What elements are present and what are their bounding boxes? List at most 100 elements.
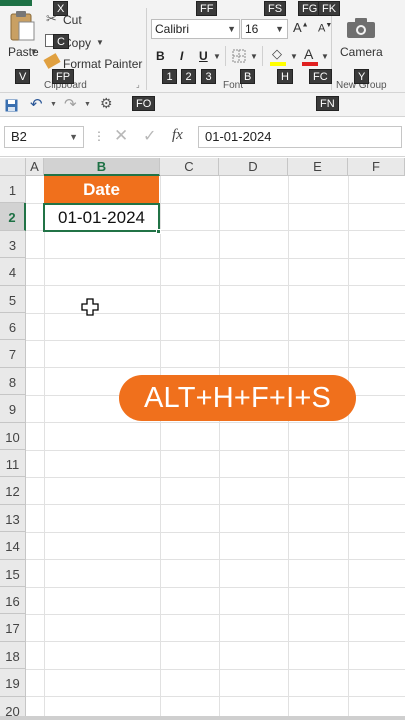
row-header-5[interactable]: 5 bbox=[0, 285, 26, 313]
keytip-underline: 3 bbox=[201, 69, 216, 84]
font-name-dropdown-icon[interactable]: ▼ bbox=[227, 20, 236, 38]
column-header-d[interactable]: D bbox=[219, 158, 288, 176]
row-header-13[interactable]: 13 bbox=[0, 504, 26, 533]
fill-color-icon[interactable]: ◇ bbox=[272, 46, 282, 62]
row-header-14[interactable]: 14 bbox=[0, 532, 26, 560]
row-header-7[interactable]: 7 bbox=[0, 340, 26, 368]
cell-b1-header[interactable]: Date bbox=[44, 176, 159, 203]
gridline bbox=[26, 422, 405, 424]
row-header-3[interactable]: 3 bbox=[0, 230, 26, 259]
underline-dropdown-icon[interactable]: ▼ bbox=[213, 52, 221, 61]
row-header-15[interactable]: 15 bbox=[0, 559, 26, 587]
name-box[interactable]: B2 ▼ bbox=[4, 126, 84, 148]
clipboard-launcher-icon[interactable]: ⌟ bbox=[136, 80, 140, 89]
row-header-18[interactable]: 18 bbox=[0, 641, 26, 670]
worksheet-grid[interactable]: A B C D E F 1 2 3 4 5 6 7 8 9 10 11 12 1… bbox=[0, 158, 405, 720]
fill-color-dropdown-icon[interactable]: ▼ bbox=[290, 52, 298, 61]
active-tab-indicator bbox=[0, 0, 32, 6]
paste-dropdown-icon[interactable]: ▼ bbox=[30, 47, 38, 56]
gridline bbox=[26, 504, 405, 506]
paste-icon[interactable] bbox=[8, 10, 36, 42]
keytip-format-painter: FP bbox=[52, 69, 75, 84]
name-box-dropdown-icon[interactable]: ▼ bbox=[69, 127, 78, 147]
row-header-9[interactable]: 9 bbox=[0, 395, 26, 423]
keytip-italic: 2 bbox=[181, 69, 196, 84]
row-header-12[interactable]: 12 bbox=[0, 477, 26, 505]
formula-input[interactable]: 01-01-2024 bbox=[198, 126, 402, 148]
keytip-borders: B bbox=[240, 69, 256, 84]
gridline bbox=[26, 668, 405, 670]
font-color-swatch bbox=[302, 62, 318, 66]
fill-color-swatch bbox=[270, 62, 286, 66]
borders-dropdown-icon[interactable]: ▼ bbox=[250, 52, 258, 61]
cross-cursor-icon bbox=[81, 298, 99, 316]
copy-dropdown-icon[interactable]: ▼ bbox=[96, 38, 104, 47]
keytip-fill-color: H bbox=[277, 69, 293, 84]
underline-button[interactable]: U bbox=[199, 49, 208, 63]
keytip-shrink-font: FK bbox=[318, 1, 341, 16]
keytip-font-dialog: FN bbox=[316, 96, 339, 111]
cancel-icon[interactable]: ✕ bbox=[114, 126, 128, 146]
keytip-font-size: FS bbox=[264, 1, 287, 16]
format-painter-button[interactable]: Format Painter bbox=[63, 57, 142, 71]
row-header-2[interactable]: 2 bbox=[0, 203, 26, 231]
italic-button[interactable]: I bbox=[180, 49, 183, 63]
keytip-cut: X bbox=[53, 1, 69, 16]
row-header-8[interactable]: 8 bbox=[0, 367, 26, 396]
undo-icon[interactable]: ↶ bbox=[30, 95, 43, 113]
increase-font-size-icon[interactable]: A▲ bbox=[293, 20, 309, 35]
column-header-f[interactable]: F bbox=[348, 158, 405, 176]
fill-handle[interactable] bbox=[156, 229, 161, 234]
redo-dropdown-icon[interactable]: ▼ bbox=[84, 101, 91, 108]
redo-icon[interactable]: ↷ bbox=[64, 95, 77, 113]
row-header-10[interactable]: 10 bbox=[0, 422, 26, 450]
camera-icon[interactable] bbox=[346, 17, 376, 39]
gridline bbox=[26, 641, 405, 643]
gridline bbox=[26, 696, 405, 698]
keytip-camera: Y bbox=[354, 69, 370, 84]
quick-access-toolbar: ↶ ▼ ↷ ▼ ⚙ FO FN bbox=[0, 93, 405, 117]
row-header-19[interactable]: 19 bbox=[0, 669, 26, 697]
undo-dropdown-icon[interactable]: ▼ bbox=[50, 101, 57, 108]
row-header-11[interactable]: 11 bbox=[0, 450, 26, 478]
keytip-paste: V bbox=[15, 69, 31, 84]
font-color-icon[interactable]: A bbox=[304, 46, 313, 62]
column-header-a[interactable]: A bbox=[26, 158, 44, 176]
font-size-dropdown-icon[interactable]: ▼ bbox=[275, 20, 284, 38]
sheet-tab-bar bbox=[0, 716, 405, 720]
column-header-e[interactable]: E bbox=[288, 158, 348, 176]
gridline bbox=[26, 586, 405, 588]
row-header-16[interactable]: 16 bbox=[0, 587, 26, 615]
insert-function-button[interactable]: fx bbox=[172, 127, 183, 144]
row-header-4[interactable]: 4 bbox=[0, 258, 26, 286]
font-size-box[interactable]: 16 ▼ bbox=[241, 19, 288, 39]
column-header-c[interactable]: C bbox=[160, 158, 219, 176]
column-header-b[interactable]: B bbox=[44, 158, 160, 176]
customize-qat-icon[interactable]: ⚙ bbox=[100, 95, 113, 112]
cell-b2-active[interactable]: 01-01-2024 bbox=[43, 203, 160, 232]
font-divider bbox=[262, 46, 263, 66]
keytip-format-options: FO bbox=[132, 96, 156, 111]
borders-icon[interactable] bbox=[232, 49, 246, 63]
row-header-6[interactable]: 6 bbox=[0, 313, 26, 341]
gridline bbox=[26, 340, 405, 341]
font-name-box[interactable]: Calibri ▼ bbox=[151, 19, 240, 39]
keytip-font-name: FF bbox=[196, 1, 218, 16]
gridline bbox=[26, 285, 405, 287]
enter-icon[interactable]: ✓ bbox=[143, 126, 156, 146]
font-divider bbox=[225, 46, 226, 66]
save-icon[interactable] bbox=[5, 99, 18, 112]
font-size-value: 16 bbox=[245, 22, 259, 36]
gridline bbox=[26, 531, 405, 533]
row-header-17[interactable]: 17 bbox=[0, 614, 26, 642]
row-header-1[interactable]: 1 bbox=[0, 176, 26, 204]
formula-bar-grip-icon: ⋮ bbox=[93, 129, 105, 143]
camera-button[interactable]: Camera bbox=[340, 45, 383, 59]
select-all-corner[interactable] bbox=[0, 158, 26, 176]
format-painter-icon[interactable] bbox=[43, 53, 61, 69]
shortcut-overlay: ALT+H+F+I+S bbox=[119, 375, 356, 421]
keytip-copy: C bbox=[53, 34, 69, 49]
bold-button[interactable]: B bbox=[156, 49, 165, 63]
gridline bbox=[26, 449, 405, 451]
font-color-dropdown-icon[interactable]: ▼ bbox=[321, 52, 329, 61]
